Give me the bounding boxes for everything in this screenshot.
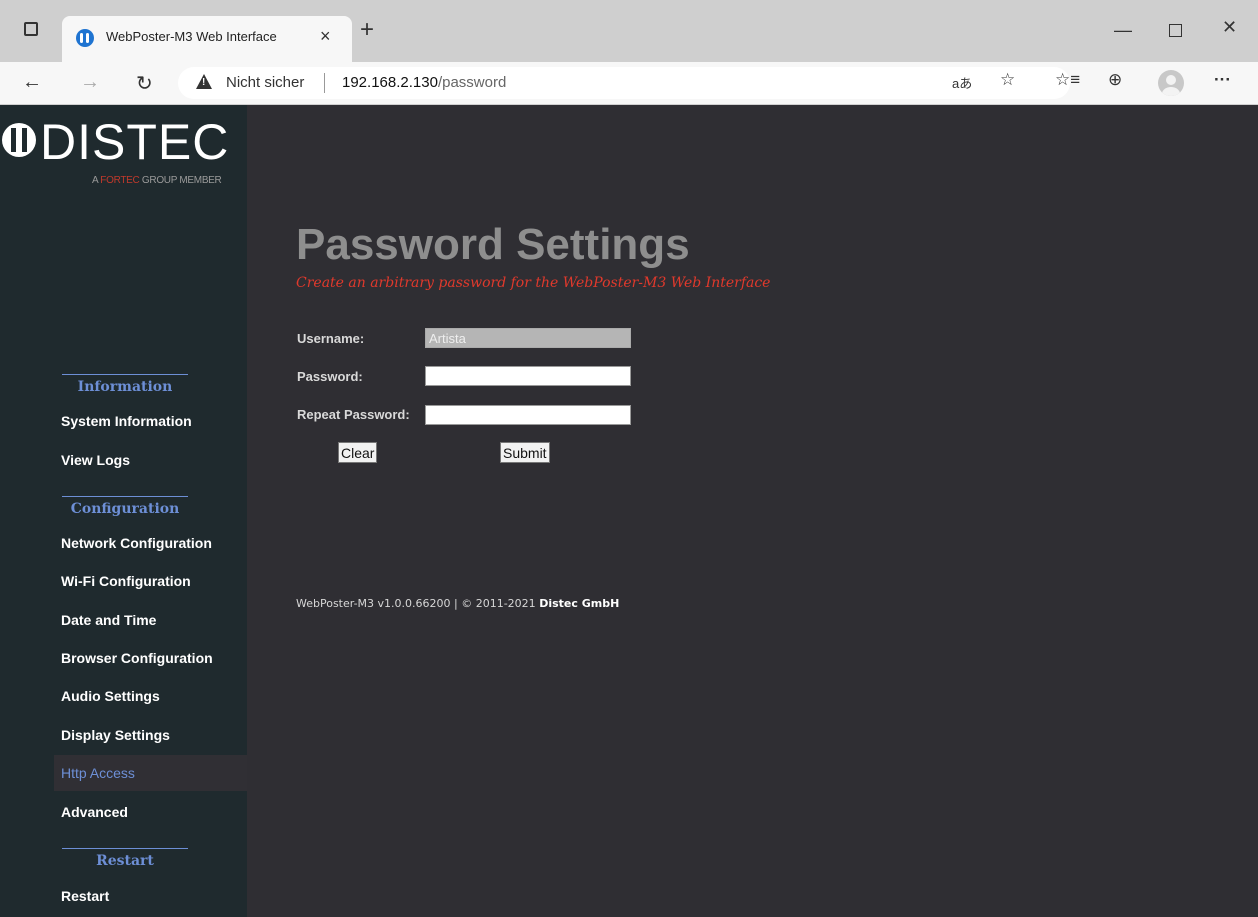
minimize-icon[interactable]: —: [1114, 20, 1132, 41]
sidebar-item-system-information[interactable]: System Information: [54, 403, 247, 439]
back-icon[interactable]: ←: [22, 71, 42, 94]
logo-tagline: A FORTEC GROUP MEMBER: [92, 175, 222, 186]
logo-name: DISTEC: [40, 114, 230, 170]
submit-button[interactable]: Submit: [500, 442, 550, 463]
sidebar-item-display-settings[interactable]: Display Settings: [54, 717, 247, 753]
sidebar-item-network-configuration[interactable]: Network Configuration: [54, 525, 247, 561]
profile-icon[interactable]: [1158, 70, 1184, 96]
sidebar-item-wifi-configuration[interactable]: Wi-Fi Configuration: [54, 563, 247, 599]
distec-logo-icon: [2, 123, 36, 157]
section-configuration: Configuration: [62, 496, 188, 517]
refresh-icon[interactable]: ↻: [136, 71, 153, 96]
browser-tab-bar: WebPoster-M3 Web Interface × + — ✕: [0, 0, 1258, 62]
footer-company: Distec GmbH: [539, 597, 620, 610]
close-icon[interactable]: ✕: [1222, 17, 1237, 38]
sidebar-item-http-access[interactable]: Http Access: [54, 755, 247, 791]
forward-icon[interactable]: →: [80, 71, 100, 94]
repeat-password-field[interactable]: [425, 405, 631, 425]
warning-icon-mark: !: [202, 77, 206, 88]
url-path: /password: [437, 74, 507, 91]
browser-tab[interactable]: WebPoster-M3 Web Interface ×: [62, 16, 352, 62]
more-icon[interactable]: ···: [1214, 70, 1231, 90]
section-information: Information: [62, 374, 188, 395]
distec-favicon-icon: [76, 29, 94, 47]
footer: WebPoster-M3 v1.0.0.66200 | © 2011-2021 …: [296, 597, 619, 610]
footer-version: WebPoster-M3 v1.0.0.66200 | © 2011-2021: [296, 597, 540, 610]
username-label: Username:: [297, 331, 365, 346]
sidebar-item-restart[interactable]: Restart: [54, 878, 247, 914]
section-restart: Restart: [62, 848, 188, 869]
sidebar-item-advanced[interactable]: Advanced: [54, 794, 247, 830]
not-secure-label[interactable]: Nicht sicher: [226, 74, 304, 91]
address-toolbar: ← → ↻ ! Nicht sicher 192.168.2.130/passw…: [0, 62, 1258, 105]
favorites-icon[interactable]: ☆≡: [1055, 70, 1080, 90]
username-field[interactable]: [425, 328, 631, 348]
sidebar-item-audio-settings[interactable]: Audio Settings: [54, 678, 247, 714]
url-text[interactable]: 192.168.2.130/password: [342, 74, 506, 91]
address-bar[interactable]: ! Nicht sicher 192.168.2.130/password: [178, 67, 1070, 99]
tab-close-icon[interactable]: ×: [320, 26, 331, 47]
url-separator: [324, 73, 325, 93]
maximize-icon[interactable]: [1169, 24, 1182, 37]
new-tab-icon[interactable]: +: [360, 18, 374, 42]
read-aloud-icon[interactable]: aあ: [952, 73, 972, 92]
sidebar-item-view-logs[interactable]: View Logs: [54, 442, 247, 478]
page-subtitle: Create an arbitrary password for the Web…: [296, 275, 771, 291]
page-title: Password Settings: [296, 220, 690, 269]
password-label: Password:: [297, 369, 363, 384]
clear-button[interactable]: Clear: [338, 442, 378, 463]
tab-actions-icon[interactable]: [24, 22, 38, 36]
url-host: 192.168.2.130: [342, 74, 438, 91]
sidebar-item-browser-configuration[interactable]: Browser Configuration: [54, 640, 247, 676]
collections-icon[interactable]: ⊕: [1108, 70, 1122, 90]
repeat-password-label: Repeat Password:: [297, 407, 410, 422]
password-field[interactable]: [425, 366, 631, 386]
tab-title: WebPoster-M3 Web Interface: [106, 29, 277, 44]
add-favorite-icon[interactable]: ☆: [1000, 70, 1015, 90]
sidebar-item-date-and-time[interactable]: Date and Time: [54, 602, 247, 638]
